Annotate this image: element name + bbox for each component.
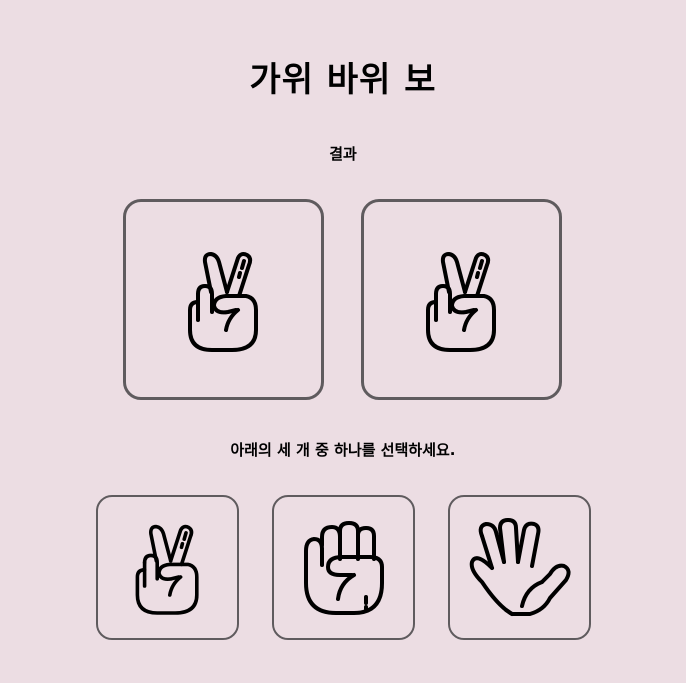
scissors-hand-icon <box>425 251 496 352</box>
paper-open-hand-icon <box>469 517 571 616</box>
computer-result-box <box>361 199 562 400</box>
choice-prompt: 아래의 세 개 중 하나를 선택하세요. <box>230 441 456 459</box>
scissors-hand-icon <box>187 251 258 352</box>
rock-fist-icon <box>303 520 384 615</box>
rock-choice-button[interactable] <box>272 495 415 640</box>
paper-choice-button[interactable] <box>448 495 591 640</box>
user-result-box <box>123 199 324 400</box>
scissors-choice-button[interactable] <box>96 495 239 640</box>
scissors-hand-icon <box>135 524 199 615</box>
result-label: 결과 <box>329 145 357 163</box>
page-title: 가위 바위 보 <box>249 60 437 100</box>
